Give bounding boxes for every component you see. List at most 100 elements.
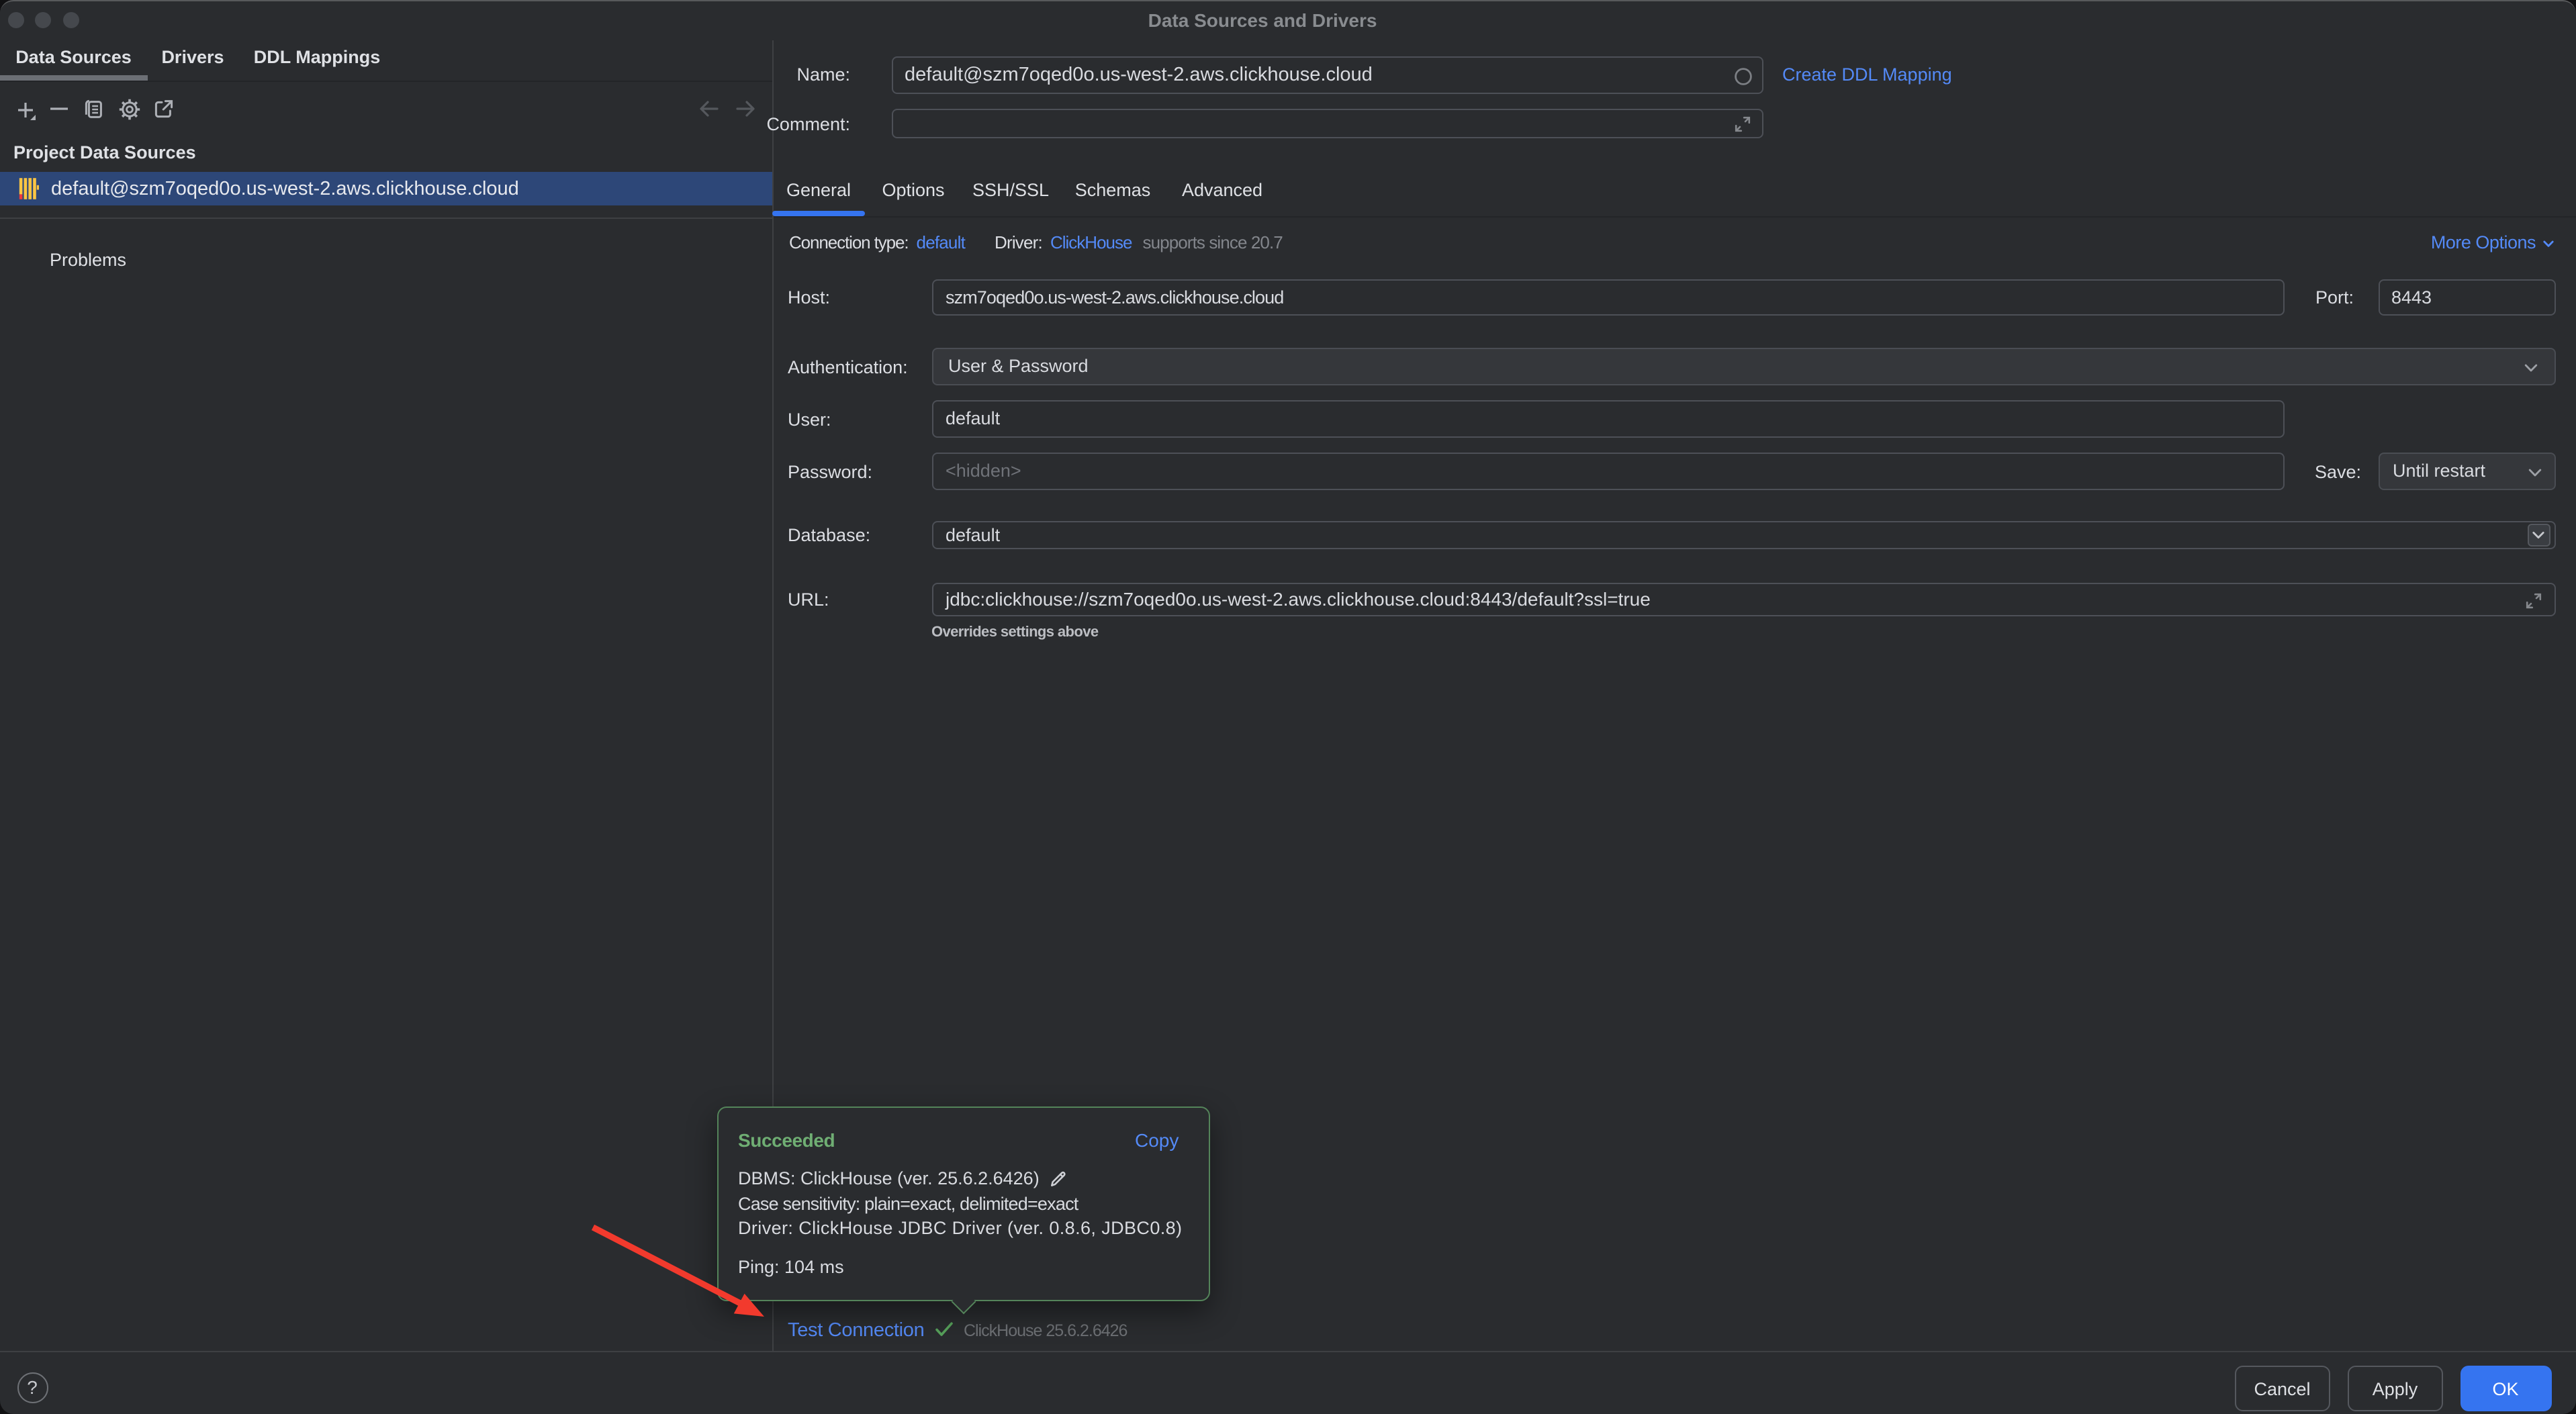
tab-drivers-label: Drivers	[161, 48, 224, 68]
data-source-settings-button[interactable]	[118, 98, 141, 121]
url-note: Overrides settings above	[931, 624, 1099, 640]
authentication-label: Authentication:	[788, 357, 908, 377]
comment-input[interactable]	[891, 108, 1763, 138]
test-connection-result: ClickHouse 25.6.2.6426	[964, 1321, 1127, 1339]
add-icon	[13, 98, 40, 125]
password-input[interactable]: <hidden>	[932, 453, 2285, 489]
authentication-select[interactable]: User & Password	[932, 348, 2555, 385]
tab-schemas-label: Schemas	[1075, 180, 1151, 200]
host-value: szm7oqed0o.us-west-2.aws.clickhouse.clou…	[946, 287, 1283, 308]
connection-type-value[interactable]: default	[917, 232, 965, 252]
tab-drivers[interactable]: Drivers	[147, 40, 238, 75]
authentication-value: User & Password	[948, 357, 1089, 377]
remove-data-source-button[interactable]	[48, 98, 70, 120]
tab-schemas[interactable]: Schemas	[1062, 171, 1163, 209]
balloon-case-line: Case sensitivity: plain=exact, delimited…	[738, 1192, 1078, 1215]
cancel-button[interactable]: Cancel	[2234, 1366, 2330, 1411]
user-input[interactable]: default	[932, 400, 2285, 437]
url-value: jdbc:clickhouse://szm7oqed0o.us-west-2.a…	[946, 589, 1651, 610]
data-source-list-item[interactable]: default@szm7oqed0o.us-west-2.aws.clickho…	[0, 172, 772, 205]
password-placeholder: <hidden>	[946, 461, 1021, 481]
help-button[interactable]: ?	[17, 1372, 48, 1403]
connection-type-label: Connection type:	[789, 232, 909, 252]
balloon-dbms-line: DBMS: ClickHouse (ver. 25.6.2.6426)	[738, 1167, 1040, 1190]
save-chevron	[2527, 466, 2542, 479]
balloon-copy-link[interactable]: Copy	[1135, 1129, 1179, 1152]
database-label: Database:	[788, 525, 870, 545]
chevron-down-icon	[2527, 466, 2542, 479]
tab-ssh-ssl-label: SSH/SSL	[972, 180, 1049, 200]
name-value: default@szm7oqed0o.us-west-2.aws.clickho…	[905, 64, 1373, 86]
open-in-new-window-icon	[153, 98, 175, 120]
database-value: default	[946, 525, 1000, 545]
right-tabstrip-border	[773, 216, 2576, 217]
tab-general-label: General	[786, 180, 851, 200]
tab-data-sources[interactable]: Data Sources	[0, 40, 147, 75]
more-options-link[interactable]: More Options	[2431, 232, 2555, 252]
project-data-sources-heading: Project Data Sources	[13, 142, 196, 162]
name-label: Name:	[672, 64, 850, 85]
ok-button[interactable]: OK	[2460, 1366, 2551, 1411]
tab-advanced[interactable]: Advanced	[1167, 171, 1277, 209]
tab-options-label: Options	[882, 180, 944, 200]
tab-ssh-ssl[interactable]: SSH/SSL	[962, 171, 1060, 209]
left-tabstrip-border	[0, 80, 772, 81]
screenshot-stage: Data Sources and Drivers Data Sources Dr…	[0, 0, 2576, 1414]
chevron-down-icon	[2532, 529, 2545, 541]
selected-tab-underline	[0, 75, 147, 80]
host-input[interactable]: szm7oqed0o.us-west-2.aws.clickhouse.clou…	[932, 279, 2285, 316]
chevron-down-icon	[2542, 237, 2555, 249]
tab-general[interactable]: General	[772, 171, 865, 209]
port-label: Port:	[2315, 287, 2354, 308]
footer-separator	[0, 1351, 2576, 1352]
active-tab-underline	[772, 210, 865, 216]
duplicate-icon	[83, 98, 105, 120]
connection-type-row: Connection type: default Driver: ClickHo…	[789, 232, 1283, 252]
chevron-down-icon	[2523, 361, 2538, 375]
create-ddl-mapping-link[interactable]: Create DDL Mapping	[1782, 64, 1952, 85]
password-label: Password:	[788, 461, 872, 481]
driver-note: supports since 20.7	[1142, 232, 1282, 252]
sync-circle-icon	[1733, 66, 1752, 85]
tab-options[interactable]: Options	[868, 171, 959, 209]
save-select[interactable]: Until restart	[2378, 453, 2555, 489]
name-input[interactable]: default@szm7oqed0o.us-west-2.aws.clickho…	[891, 56, 1763, 93]
problems-section[interactable]: Problems	[50, 250, 126, 270]
balloon-status: Succeeded	[738, 1129, 835, 1152]
balloon-driver-line: Driver: ClickHouse JDBC Driver (ver. 0.8…	[738, 1216, 1182, 1239]
tab-ddl-mappings[interactable]: DDL Mappings	[238, 40, 396, 75]
user-label: User:	[788, 409, 831, 429]
gear-icon	[118, 98, 141, 121]
user-value: default	[946, 409, 1000, 429]
clickhouse-icon	[19, 177, 39, 200]
host-label: Host:	[788, 287, 830, 308]
edit-dbms-icon[interactable]	[1048, 1169, 1067, 1188]
save-value: Until restart	[2393, 461, 2485, 481]
expand-url-icon[interactable]	[2524, 592, 2542, 609]
add-data-source-button[interactable]	[13, 98, 40, 125]
remove-icon	[48, 98, 70, 120]
tab-data-sources-label: Data Sources	[15, 48, 132, 68]
driver-value[interactable]: ClickHouse	[1050, 232, 1132, 252]
open-in-new-window-button[interactable]	[153, 98, 175, 120]
driver-label: Driver:	[995, 232, 1042, 252]
authentication-chevron	[2523, 361, 2538, 375]
database-dropdown-button[interactable]	[2527, 524, 2550, 547]
data-source-item-label: default@szm7oqed0o.us-west-2.aws.clickho…	[51, 178, 519, 199]
balloon-ping-line: Ping: 104 ms	[738, 1256, 844, 1278]
help-icon: ?	[27, 1376, 38, 1398]
port-input[interactable]: 8443	[2378, 279, 2555, 316]
regenerate-name-icon[interactable]	[1733, 66, 1752, 85]
duplicate-data-source-button[interactable]	[83, 98, 105, 120]
left-panel-divider	[0, 218, 772, 219]
window-title: Data Sources and Drivers	[0, 9, 2525, 31]
apply-button[interactable]: Apply	[2348, 1366, 2442, 1411]
url-input[interactable]: jdbc:clickhouse://szm7oqed0o.us-west-2.a…	[932, 582, 2555, 616]
expand-comment-icon[interactable]	[1733, 115, 1751, 133]
database-combobox[interactable]: default	[932, 520, 2555, 549]
tab-advanced-label: Advanced	[1182, 180, 1262, 200]
success-check-icon	[935, 1321, 954, 1337]
pencil-icon	[1048, 1169, 1067, 1188]
data-sources-dialog: Data Sources and Drivers Data Sources Dr…	[0, 0, 2576, 1414]
test-connection-link[interactable]: Test Connection	[788, 1319, 924, 1341]
